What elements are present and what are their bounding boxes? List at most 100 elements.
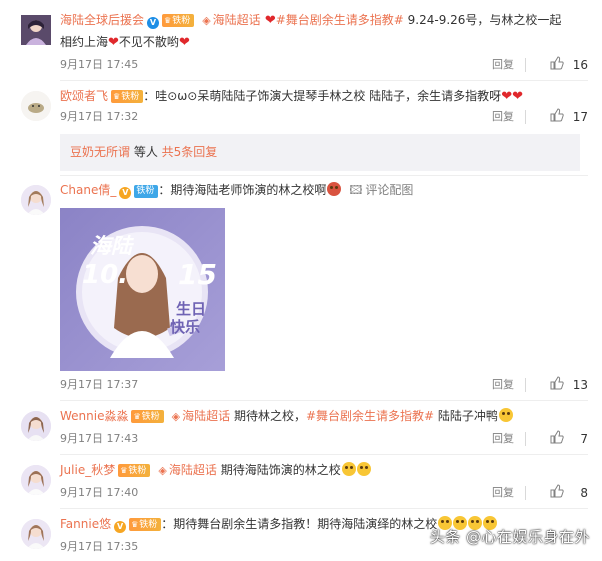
view-replies-link[interactable]: 共5条回复 (162, 145, 218, 159)
image-title: 海陆 (90, 234, 132, 258)
divider (525, 110, 526, 124)
fan-badge[interactable]: ♛铁粉 (111, 90, 144, 103)
hashtag-link[interactable]: #舞台剧余生请多指教# (276, 13, 404, 27)
avatar[interactable] (21, 411, 51, 441)
comment-image[interactable]: 海陆 10. 15 生日 快乐 (60, 208, 225, 371)
comment-meta: 9月17日 17:32 回复 17 (60, 108, 588, 126)
comment-meta: 9月17日 17:40 回复 8 (60, 484, 588, 502)
like-icon[interactable] (550, 56, 564, 74)
username-link[interactable]: Chane倩_ (60, 183, 116, 197)
heart-icon: ❤ (108, 35, 119, 50)
timestamp: 9月17日 17:43 (60, 432, 139, 445)
image-date-right: 15 (178, 258, 217, 291)
username-link[interactable]: Wennie淼淼 (60, 409, 128, 423)
emoji-icon (498, 408, 513, 422)
comment-meta: 9月17日 17:43 回复 7 (60, 430, 588, 448)
reply-button[interactable]: 回复 (492, 108, 514, 126)
divider (525, 486, 526, 500)
like-icon[interactable] (550, 484, 564, 502)
topic-icon: ◈ (158, 464, 167, 477)
divider (525, 432, 526, 446)
like-count: 7 (580, 432, 588, 446)
fan-badge[interactable]: ♛铁粉 (129, 518, 162, 531)
timestamp: 9月17日 17:35 (60, 540, 139, 553)
image-reply-link[interactable]: 🖾 评论配图 (349, 183, 413, 197)
image-caption-2: 快乐 (170, 318, 201, 336)
comment-text: ：期待舞台剧余生请多指教！期待海陆演绎的林之校 (161, 517, 438, 531)
avatar[interactable] (21, 91, 51, 121)
image-date-left: 10. (82, 260, 129, 290)
timestamp: 9月17日 17:37 (60, 378, 139, 391)
emoji-icon (327, 182, 342, 196)
comment-text: 相约上海 (60, 35, 109, 49)
watermark: 头条 @心在娱乐身在外 (429, 528, 590, 546)
topic-icon: ◈ (202, 14, 211, 27)
topic-link[interactable]: 海陆超话 (182, 409, 230, 423)
heart-icon: ❤ (178, 35, 190, 50)
comment-body: Chane倩_ V 铁粉 ：期待海陆老师饰演的林之校啊 🖾 评论配图 (60, 179, 588, 201)
like-count: 16 (572, 58, 588, 72)
like-count: 8 (580, 486, 588, 500)
avatar[interactable] (21, 15, 51, 45)
like-icon[interactable] (550, 108, 564, 126)
comment-text: ：期待海陆老师饰演的林之校啊 (158, 183, 327, 197)
fan-badge[interactable]: 铁粉 (134, 185, 159, 198)
like-icon[interactable] (550, 376, 564, 394)
verified-icon: V (147, 17, 160, 29)
reply-button[interactable]: 回复 (492, 376, 514, 394)
divider (60, 400, 588, 401)
hashtag-link[interactable]: #舞台剧余生请多指教# (306, 409, 434, 423)
timestamp: 9月17日 17:40 (60, 486, 139, 499)
divider (60, 454, 588, 455)
timestamp: 9月17日 17:32 (60, 110, 139, 123)
topic-link[interactable]: 海陆超话 (169, 463, 217, 477)
heart-icon: ❤ (260, 13, 276, 28)
heart-icon: ❤❤ (501, 89, 523, 104)
like-icon[interactable] (550, 430, 564, 448)
topic-icon: ◈ (171, 410, 181, 423)
comment-text: 不见不散哟 (118, 35, 179, 49)
username-link[interactable]: 海陆全球后援会 (60, 13, 144, 27)
divider (60, 80, 588, 81)
reply-button[interactable]: 回复 (492, 430, 514, 448)
subreply-box[interactable]: 豆奶无所谓 等人 共5条回复 (60, 134, 580, 171)
fan-badge[interactable]: ♛铁粉 (162, 14, 195, 27)
crown-icon: ♛ (113, 92, 121, 101)
subreply-text: 等人 (130, 145, 162, 159)
crown-icon: ♛ (164, 16, 172, 25)
comment-body-cont: 相约上海❤不见不散哟❤ (60, 31, 588, 54)
comment-text: 期待海陆饰演的林之校 (216, 463, 341, 477)
fan-badge[interactable]: ♛铁粉 (118, 464, 151, 477)
verified-icon: V (114, 521, 127, 533)
comment-body: 欧颂者飞 ♛铁粉 ：哇⊙ω⊙呆萌陆陆子饰演大提琴手林之校 陆陆子，余生请多指教呀❤❤ (60, 85, 588, 108)
username-link[interactable]: Julie_秋梦 (60, 463, 115, 477)
avatar[interactable] (21, 185, 51, 215)
subreply-username[interactable]: 豆奶无所谓 (70, 145, 130, 159)
avatar[interactable] (21, 465, 51, 495)
comment-body: 海陆全球后援会 V ♛铁粉 ◈ 海陆超话 ❤#舞台剧余生请多指教# 9.24-9.26号… (60, 9, 588, 32)
username-link[interactable]: Fannie悠 (60, 517, 111, 531)
like-count: 17 (572, 110, 588, 124)
verified-icon: V (119, 187, 132, 199)
reply-button[interactable]: 回复 (492, 484, 514, 502)
avatar[interactable] (21, 519, 51, 549)
crown-icon: ♛ (133, 412, 141, 421)
divider (525, 378, 526, 392)
emoji-icon (341, 462, 356, 476)
comment-meta: 9月17日 17:37 回复 13 (60, 376, 588, 394)
topic-link[interactable]: 海陆超话 (213, 13, 261, 27)
divider (60, 175, 588, 176)
divider (60, 508, 588, 509)
comment-body: Wennie淼淼 ♛铁粉 ◈ 海陆超话 期待林之校，#舞台剧余生请多指教# 陆陆子冲鸭 (60, 405, 588, 428)
comment-text: 9.24-9.26号，与林之校一起 (403, 13, 562, 27)
crown-icon: ♛ (131, 520, 139, 529)
image-icon: 🖾 (349, 183, 363, 197)
reply-button[interactable]: 回复 (492, 56, 514, 74)
comment-meta: 9月17日 17:45 回复 16 (60, 56, 588, 74)
comment-body: Julie_秋梦 ♛铁粉 ◈ 海陆超话 期待海陆饰演的林之校 (60, 459, 588, 482)
comment-text: ：哇⊙ω⊙呆萌陆陆子饰演大提琴手林之校 陆陆子，余生请多指教呀 (143, 89, 502, 103)
comment-text: 陆陆子冲鸭 (434, 409, 498, 423)
fan-badge[interactable]: ♛铁粉 (131, 410, 164, 423)
username-link[interactable]: 欧颂者飞 (60, 89, 108, 103)
timestamp: 9月17日 17:45 (60, 58, 139, 71)
